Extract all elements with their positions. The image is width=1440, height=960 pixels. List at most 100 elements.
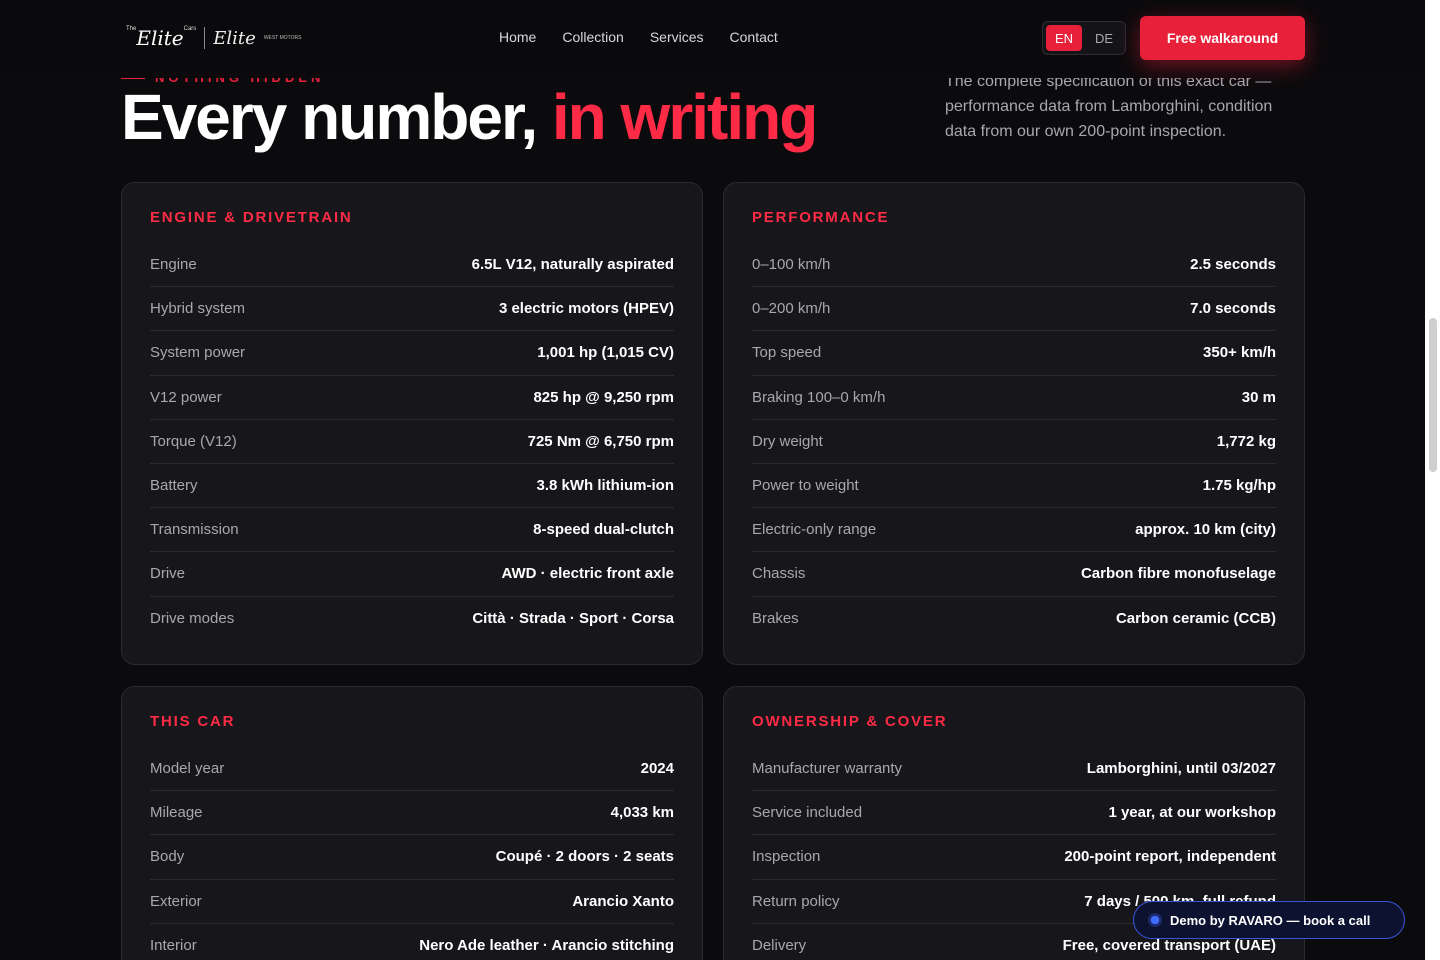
spec-value: Carbon ceramic (CCB) [1115, 610, 1276, 628]
spec-row: Torque (V12) 725 Nm @ 6,750 rpm [150, 420, 674, 464]
spec-value: Lamborghini, until 03/2027 [1086, 760, 1276, 778]
hero-description: The complete specification of this exact… [945, 73, 1273, 140]
spec-list: Engine 6.5L V12, naturally aspirated Hybri… [150, 243, 674, 641]
spec-value: 1,001 hp (1,015 CV) [537, 344, 674, 362]
title-main: Every number, [121, 81, 552, 153]
demo-badge-button[interactable]: Demo by RAVARO — book a call [1133, 901, 1405, 939]
page-scrollbar[interactable] [1425, 0, 1440, 960]
spec-value: approx. 10 km (city) [1135, 521, 1276, 539]
free-walkaround-button[interactable]: Free walkaround [1140, 16, 1305, 60]
spec-value: 7.0 seconds [1190, 300, 1276, 318]
spec-row: Model year 2024 [150, 747, 674, 792]
logo-tagline: WEST MOTORS [263, 35, 302, 41]
spec-label: System power [150, 344, 246, 362]
card-title: ENGINE & DRIVETRAIN [150, 209, 353, 226]
spec-row: 0–200 km/h 7.0 seconds [752, 287, 1276, 332]
spec-label: Brakes [752, 610, 799, 628]
status-dot-icon [1148, 913, 1162, 927]
spec-value: 1 year, at our workshop [1108, 804, 1276, 822]
spec-value: 350+ km/h [1203, 344, 1276, 362]
spec-value: Nero Ade leather · Arancio stitching [419, 937, 674, 955]
spec-value: Città · Strada · Sport · Corsa [472, 610, 674, 628]
spec-row: Service included 1 year, at our workshop [752, 791, 1276, 836]
spec-row: Top speed 350+ km/h [752, 331, 1276, 376]
spec-row: Electric-only range approx. 10 km (city) [752, 508, 1276, 553]
logo-wordmark: TheEliteCars [126, 26, 197, 50]
nav-contact[interactable]: Contact [730, 29, 778, 45]
spec-row: Dry weight 1,772 kg [752, 420, 1276, 464]
spec-row: Hybrid system 3 electric motors (HPEV) [150, 287, 674, 332]
spec-value: 825 hp @ 9,250 rpm [533, 388, 674, 406]
spec-value: 2.5 seconds [1190, 256, 1276, 274]
spec-row: Body Coupé · 2 doors · 2 seats [150, 835, 674, 880]
card-this-car: THIS CAR Model year 2024 Mileage 4,033 km Bo… [121, 686, 703, 960]
spec-value: Arancio Xanto [572, 892, 674, 910]
spec-value: 3 electric motors (HPEV) [498, 300, 674, 318]
nav-home[interactable]: Home [499, 29, 536, 45]
demo-badge-label: Demo by RAVARO — book a call [1170, 912, 1371, 928]
spec-value: AWD · electric front axle [501, 565, 674, 583]
spec-label: Braking 100–0 km/h [752, 388, 886, 406]
spec-label: Engine [150, 256, 197, 274]
spec-value: Carbon fibre monofuselage [1080, 565, 1276, 583]
nav-services[interactable]: Services [650, 29, 704, 45]
nav-collection[interactable]: Collection [562, 29, 623, 45]
card-performance: PERFORMANCE 0–100 km/h 2.5 seconds 0–200 k… [723, 182, 1305, 665]
spec-label: Body [150, 848, 185, 866]
spec-row: 0–100 km/h 2.5 seconds [752, 243, 1276, 288]
spec-label: Return policy [752, 892, 840, 910]
spec-label: Drive modes [150, 610, 235, 628]
card-engine-drivetrain: ENGINE & DRIVETRAIN Engine 6.5L V12, natu… [121, 182, 703, 665]
spec-label: Power to weight [752, 477, 859, 495]
spec-label: Mileage [150, 804, 203, 822]
title-accent: in writing [551, 81, 818, 153]
spec-label: Dry weight [752, 432, 823, 450]
spec-label: Transmission [150, 521, 239, 539]
spec-row: Manufacturer warranty Lamborghini, until … [752, 747, 1276, 792]
brand-logo[interactable]: TheEliteCars Elite WEST MOTORS [126, 24, 301, 52]
spec-value: 2024 [640, 760, 674, 778]
spec-value: 8-speed dual-clutch [533, 521, 674, 539]
scrollbar-thumb[interactable] [1429, 318, 1437, 472]
spec-label: Top speed [752, 344, 822, 362]
spec-row: Brakes Carbon ceramic (CCB) [752, 597, 1276, 641]
spec-label: Delivery [752, 937, 807, 955]
spec-label: Inspection [752, 848, 821, 866]
spec-label: 0–200 km/h [752, 300, 831, 318]
language-switcher: EN DE [1042, 21, 1126, 55]
spec-label: Interior [150, 937, 197, 955]
spec-value: 4,033 km [610, 804, 674, 822]
lang-de-button[interactable]: DE [1086, 25, 1122, 51]
spec-label: Hybrid system [150, 300, 246, 318]
spec-value: Free, covered transport (UAE) [1062, 937, 1276, 955]
spec-list: Model year 2024 Mileage 4,033 km Body Coupé ·… [150, 747, 674, 960]
spec-row: System power 1,001 hp (1,015 CV) [150, 331, 674, 376]
site-header: TheEliteCars Elite WEST MOTORS Home Coll… [0, 0, 1425, 78]
spec-value: 3.8 kWh lithium-ion [536, 477, 675, 495]
card-title: THIS CAR [150, 713, 236, 730]
spec-row: Engine 6.5L V12, naturally aspirated [150, 243, 674, 288]
spec-list: 0–100 km/h 2.5 seconds 0–200 km/h 7.0 secon… [752, 243, 1276, 641]
spec-row: Power to weight 1.75 kg/hp [752, 464, 1276, 509]
spec-value: 1.75 kg/hp [1202, 477, 1276, 495]
spec-label: Electric-only range [752, 521, 877, 539]
card-title: PERFORMANCE [752, 209, 890, 226]
page-title: Every number, in writing [121, 80, 818, 154]
spec-label: V12 power [150, 388, 222, 406]
spec-label: Chassis [752, 565, 806, 583]
spec-row: Drive AWD · electric front axle [150, 552, 674, 597]
logo-signature: Elite [213, 27, 256, 49]
spec-label: Battery [150, 477, 198, 495]
spec-row: Chassis Carbon fibre monofuselage [752, 552, 1276, 597]
spec-label: Model year [150, 760, 225, 778]
spec-label: Exterior [150, 892, 202, 910]
spec-row: Battery 3.8 kWh lithium-ion [150, 464, 675, 509]
spec-label: Drive [150, 565, 186, 583]
main-nav: Home Collection Services Contact [499, 29, 778, 45]
spec-label: Service included [752, 804, 863, 822]
spec-row: Inspection 200-point report, independent [752, 835, 1276, 880]
spec-row: Drive modes Città · Strada · Sport · Cors… [150, 597, 674, 641]
spec-label: 0–100 km/h [752, 256, 831, 274]
lang-en-button[interactable]: EN [1046, 25, 1082, 51]
spec-value: 1,772 kg [1216, 432, 1276, 450]
